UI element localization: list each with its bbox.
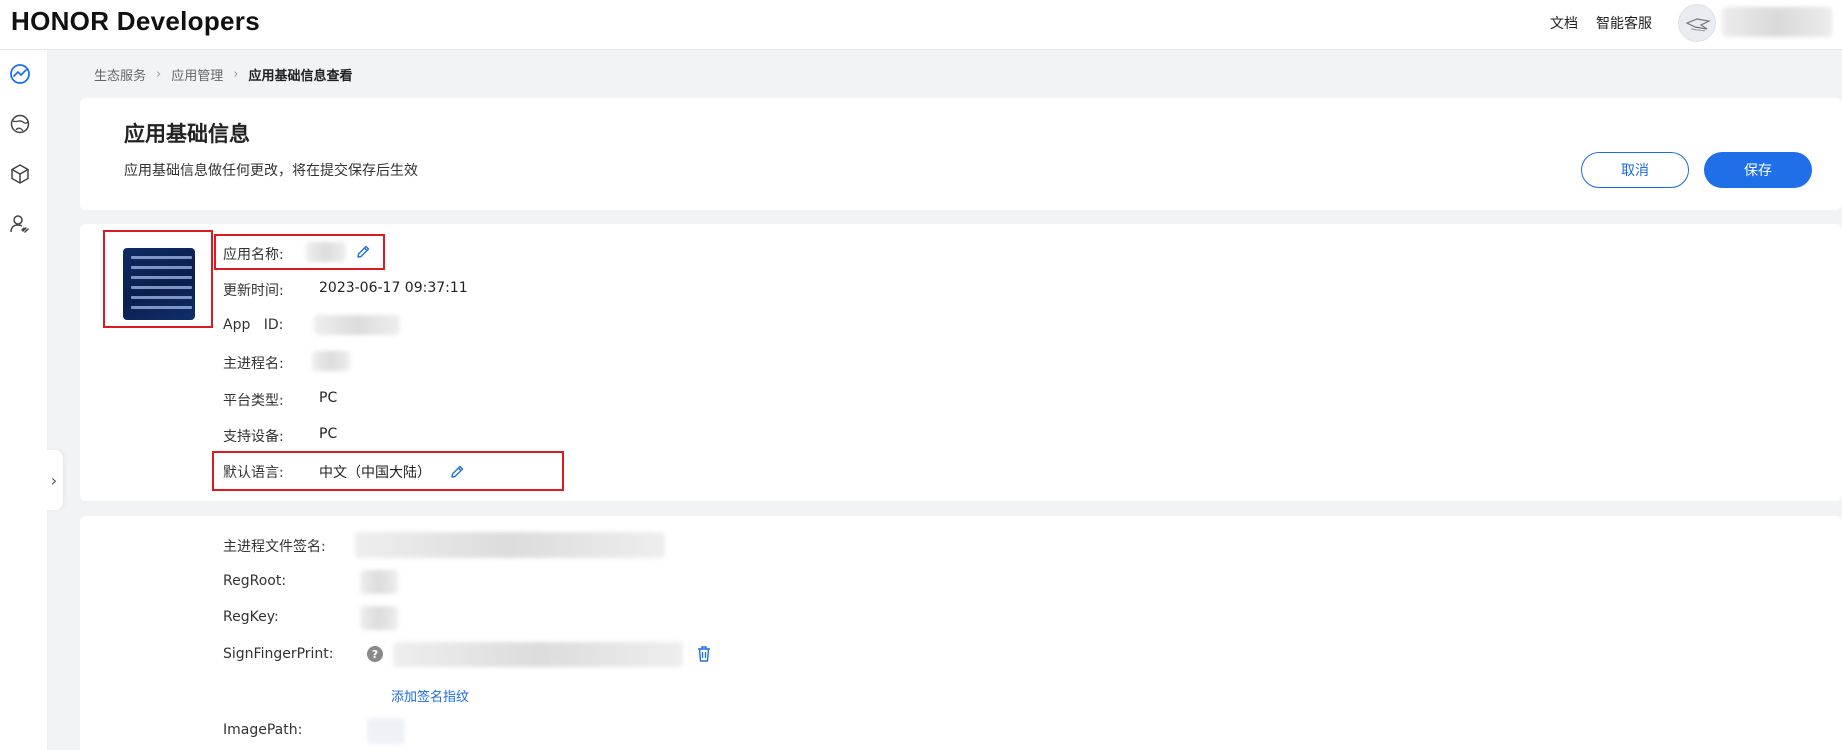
app-icon-text-line bbox=[131, 256, 192, 259]
cancel-button[interactable]: 取消 bbox=[1581, 152, 1689, 188]
chevron-right-icon: › bbox=[156, 67, 162, 82]
left-rail bbox=[0, 50, 48, 750]
app-id-label: App ID: bbox=[223, 317, 284, 333]
page-title: 应用基础信息 bbox=[124, 122, 250, 146]
app-icon-text-line bbox=[131, 306, 192, 309]
regroot-label: RegRoot: bbox=[223, 573, 287, 589]
devices-label: 支持设备: bbox=[223, 429, 284, 445]
platform-value: PC bbox=[319, 390, 338, 406]
sidebar-expand-button[interactable]: › bbox=[45, 450, 63, 510]
smart-support-link[interactable]: 智能客服 bbox=[1596, 13, 1652, 33]
chevron-right-icon: › bbox=[233, 67, 239, 82]
app-name-label: 应用名称: bbox=[223, 247, 284, 263]
devices-value: PC bbox=[319, 426, 338, 442]
page-header-card: 应用基础信息 应用基础信息做任何更改，将在提交保存后生效 取消 保存 bbox=[80, 98, 1842, 210]
app-icon-text-line bbox=[131, 286, 192, 289]
breadcrumb-item-current: 应用基础信息查看 bbox=[248, 69, 353, 84]
sign-fingerprint-label: SignFingerPrint: bbox=[223, 646, 334, 662]
cube-icon[interactable] bbox=[8, 162, 32, 186]
main-process-value-redacted bbox=[312, 351, 350, 371]
analytics-icon[interactable] bbox=[8, 62, 32, 86]
regkey-label: RegKey: bbox=[223, 609, 279, 625]
add-fingerprint-link[interactable]: 添加签名指纹 bbox=[391, 686, 469, 705]
app-icon-text-line bbox=[131, 276, 192, 279]
breadcrumb: 生态服务 › 应用管理 › 应用基础信息查看 bbox=[94, 65, 352, 84]
imagepath-value-redacted bbox=[367, 718, 405, 744]
username-redacted[interactable] bbox=[1722, 7, 1832, 37]
user-link-icon[interactable] bbox=[8, 212, 32, 236]
app-name-value-redacted bbox=[306, 242, 346, 262]
file-signature-value-redacted bbox=[355, 532, 665, 558]
globe-icon[interactable] bbox=[8, 112, 32, 136]
default-language-label: 默认语言: bbox=[223, 465, 284, 481]
breadcrumb-item-ecosystem[interactable]: 生态服务 bbox=[94, 65, 146, 84]
breadcrumb-item-app-management[interactable]: 应用管理 bbox=[171, 65, 223, 84]
app-id-value-redacted bbox=[314, 315, 400, 335]
help-icon[interactable]: ? bbox=[367, 646, 383, 662]
app-icon-text-line bbox=[131, 296, 192, 299]
platform-label: 平台类型: bbox=[223, 393, 284, 409]
avatar-image-icon bbox=[1685, 18, 1711, 32]
save-button[interactable]: 保存 bbox=[1704, 152, 1812, 188]
update-time-label: 更新时间: bbox=[223, 283, 284, 299]
imagepath-label: ImagePath: bbox=[223, 722, 303, 738]
signature-info-card: 主进程文件签名: RegRoot: RegKey: SignFingerPrin… bbox=[80, 516, 1842, 750]
app-icon-text-line bbox=[131, 266, 192, 269]
edit-app-name-icon[interactable] bbox=[355, 244, 371, 260]
chevron-right-icon: › bbox=[50, 470, 58, 490]
delete-fingerprint-icon[interactable] bbox=[696, 645, 712, 663]
file-signature-label: 主进程文件签名: bbox=[223, 539, 326, 555]
docs-link[interactable]: 文档 bbox=[1550, 13, 1578, 33]
avatar[interactable] bbox=[1678, 4, 1716, 42]
page-subtitle: 应用基础信息做任何更改，将在提交保存后生效 bbox=[124, 163, 418, 179]
edit-language-icon[interactable] bbox=[449, 464, 465, 480]
top-bar: HONOR Developers 文档 智能客服 bbox=[0, 0, 1842, 50]
app-icon-image[interactable] bbox=[123, 248, 195, 320]
brand-logo[interactable]: HONOR Developers bbox=[11, 6, 260, 37]
regkey-value-redacted bbox=[360, 606, 398, 630]
main-process-label: 主进程名: bbox=[223, 356, 284, 372]
fingerprint-input-redacted[interactable] bbox=[393, 642, 683, 667]
basic-info-card: 应用名称: 更新时间: 2023-06-17 09:37:11 App ID: … bbox=[80, 224, 1842, 501]
regroot-value-redacted bbox=[360, 570, 398, 594]
update-time-value: 2023-06-17 09:37:11 bbox=[319, 280, 468, 296]
default-language-value: 中文（中国大陆） bbox=[319, 465, 431, 481]
